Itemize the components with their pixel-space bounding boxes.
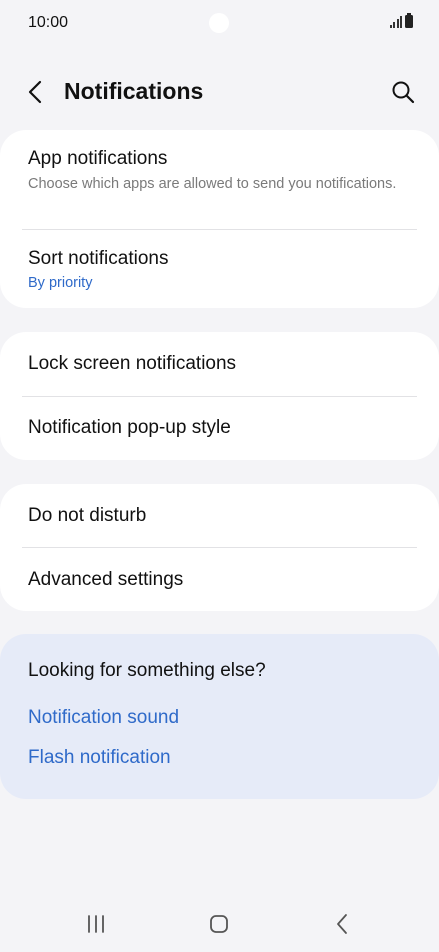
back-icon <box>337 914 347 934</box>
advanced-settings-item[interactable]: Advanced settings <box>28 569 411 591</box>
suggestions-card: Looking for something else? Notification… <box>0 634 439 799</box>
search-button[interactable] <box>389 78 417 106</box>
item-value: By priority <box>28 275 93 291</box>
sort-notifications-item[interactable]: Sort notifications By priority <box>28 248 411 293</box>
app-notifications-item[interactable]: App notifications Choose which apps are … <box>28 148 411 194</box>
divider <box>22 396 417 397</box>
item-title: Notification pop-up style <box>28 417 231 438</box>
item-title: Do not disturb <box>28 505 147 526</box>
battery-icon <box>405 13 413 28</box>
chevron-left-icon <box>28 80 42 104</box>
settings-card-1: App notifications Choose which apps are … <box>0 130 439 308</box>
item-title: Lock screen notifications <box>28 353 237 374</box>
lock-screen-notifications-item[interactable]: Lock screen notifications <box>28 353 411 375</box>
notification-sound-link[interactable]: Notification sound <box>28 707 179 729</box>
divider <box>22 229 417 230</box>
signal-icon <box>389 16 402 28</box>
page-title: Notifications <box>64 78 204 104</box>
item-title: Advanced settings <box>28 569 184 590</box>
home-icon <box>210 915 228 933</box>
home-button[interactable] <box>204 909 234 939</box>
item-title: Sort notifications <box>28 248 169 269</box>
divider <box>22 547 417 548</box>
back-button[interactable] <box>22 78 50 106</box>
recent-apps-button[interactable] <box>81 909 111 939</box>
item-subtitle: Choose which apps are allowed to send yo… <box>28 176 397 192</box>
item-title: App notifications <box>28 148 168 169</box>
camera-cutout <box>209 13 229 33</box>
back-nav-button[interactable] <box>328 909 358 939</box>
status-bar: 10:00 <box>0 0 439 48</box>
notification-popup-style-item[interactable]: Notification pop-up style <box>28 417 411 439</box>
recent-apps-icon <box>88 915 104 933</box>
app-bar: Notifications <box>0 60 439 124</box>
flash-notification-link[interactable]: Flash notification <box>28 747 171 769</box>
status-time: 10:00 <box>28 14 69 31</box>
settings-card-3: Do not disturb Advanced settings <box>0 484 439 611</box>
settings-card-2: Lock screen notifications Notification p… <box>0 332 439 460</box>
suggestions-title: Looking for something else? <box>28 660 266 681</box>
navigation-bar <box>0 895 439 952</box>
do-not-disturb-item[interactable]: Do not disturb <box>28 505 411 527</box>
status-icons <box>389 13 413 28</box>
search-icon <box>392 81 415 104</box>
